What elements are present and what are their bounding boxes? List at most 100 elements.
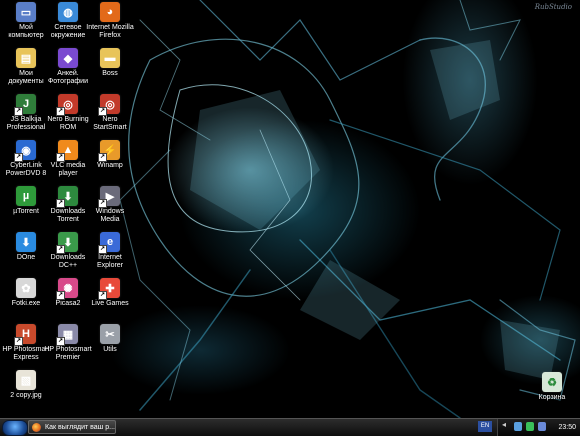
js-balkija-icon: J ↗ (14, 94, 36, 116)
internet-explorer-icon: e ↗ (98, 232, 120, 254)
shortcut-arrow-icon: ↗ (56, 245, 65, 254)
system-tray: EN ◂ 23:50 (478, 419, 580, 436)
desktop-icon[interactable]: ◍ Сетевое окружение (44, 2, 92, 40)
nero-startsmart-icon: ◎ ↗ (98, 94, 120, 116)
desktop-icon-label: Корзина (538, 394, 566, 401)
desktop-icon[interactable]: ✂ Utils (86, 324, 134, 354)
desktop-icon[interactable]: H ↗ HP Photosmart Express (2, 324, 50, 362)
desktop-icon[interactable]: ⚡ ↗ Winamp (86, 140, 134, 170)
desktop-icon-label: Internet Explorer (96, 254, 124, 269)
volume-icon[interactable] (514, 422, 522, 431)
desktop-icon[interactable]: ✿ Fotki.exe (2, 278, 50, 308)
desktop-icon-label: HP Photosmart Premier (44, 346, 92, 361)
hp-photosmart-express-icon: H ↗ (14, 324, 36, 346)
desktop-icon-label: Downloads Torrent (50, 208, 86, 223)
safely-remove-icon[interactable] (538, 422, 546, 431)
desktop-icon-label: Internet Mozilla Firefox (86, 24, 134, 39)
nero-burning-rom-icon: ◎ ↗ (56, 94, 78, 116)
desktop-icon-label: 2 copy.jpg (10, 392, 42, 399)
firefox-icon (32, 423, 41, 432)
shortcut-arrow-icon: ↗ (56, 199, 65, 208)
done-icon: ⬇ (16, 232, 36, 252)
language-indicator[interactable]: EN (478, 421, 492, 432)
shortcut-arrow-icon: ↗ (56, 337, 65, 346)
desktop-icon-label: Анкей. Фотографии (47, 70, 88, 85)
desktop-icon[interactable]: ▦ ↗ HP Photosmart Premier (44, 324, 92, 362)
desktop-icon-recycle-bin[interactable]: ♻ Корзина (528, 372, 576, 402)
desktop-icon[interactable]: ▶ ↗ Windows Media (86, 186, 134, 224)
desktop-icon[interactable]: ▬ Boss (86, 48, 134, 78)
start-button[interactable] (2, 420, 28, 436)
shortcut-arrow-icon: ↗ (98, 107, 107, 116)
desktop-icon-label: Windows Media (95, 208, 125, 223)
desktop-icon-label: DOne (16, 254, 36, 261)
desktop-icon-label: HP Photosmart Express (2, 346, 50, 361)
desktop[interactable]: RubStudio ▭ Мой компьютер ▤ Мои документы J ↗… (0, 0, 580, 418)
shortcut-arrow-icon: ↗ (98, 199, 107, 208)
shortcut-arrow-icon: ↗ (56, 107, 65, 116)
shortcut-arrow-icon: ↗ (98, 245, 107, 254)
taskbar-button-browser[interactable]: Как выглядит ваш р... (28, 420, 116, 434)
desktop-icon[interactable]: ▧ 2 copy.jpg (2, 370, 50, 400)
desktop-icon[interactable]: ▲ ↗ VLC media player (44, 140, 92, 178)
network-status-icon[interactable] (526, 422, 534, 431)
shortcut-arrow-icon: ↗ (14, 153, 23, 162)
desktop-icon-label: Nero StartSmart (93, 116, 127, 131)
utils-folder-icon: ✂ (100, 324, 120, 344)
boss-folder-icon: ▬ (100, 48, 120, 68)
desktop-icon[interactable]: e ↗ Internet Explorer (86, 232, 134, 270)
desktop-icon-label: CyberLink PowerDVD 8 (5, 162, 47, 177)
vlc-icon: ▲ ↗ (56, 140, 78, 162)
desktop-icon[interactable]: ◎ ↗ Nero StartSmart (86, 94, 134, 132)
desktop-icon-label: VLC media player (50, 162, 86, 177)
shortcut-arrow-icon: ↗ (14, 107, 23, 116)
desktop-icon[interactable]: ◉ ↗ CyberLink PowerDVD 8 (2, 140, 50, 178)
utorrent-icon: µ (16, 186, 36, 206)
desktop-icon[interactable]: ⬇ DOne (2, 232, 50, 262)
chevron-left-icon[interactable]: ◂ (502, 420, 506, 429)
powerdvd-icon: ◉ ↗ (14, 140, 36, 162)
picasa-icon: ✺ ↗ (56, 278, 78, 300)
desktop-icon[interactable]: J ↗ JS Balkija Professional (2, 94, 50, 132)
desktop-icon[interactable]: ✺ ↗ Picasa2 (44, 278, 92, 308)
winamp-icon: ⚡ ↗ (98, 140, 120, 162)
desktop-icon[interactable]: ◎ ↗ Nero Burning ROM (44, 94, 92, 132)
desktop-icon-label: Сетевое окружение (50, 24, 86, 39)
desktop-icon[interactable]: ⬇ ↗ Downloads Torrent (44, 186, 92, 224)
shortcut-arrow-icon: ↗ (14, 337, 23, 346)
my-computer-icon: ▭ (16, 2, 36, 22)
windows-media-icon: ▶ ↗ (98, 186, 120, 208)
desktop-icon[interactable]: ▤ Мои документы (2, 48, 50, 86)
network-places-icon: ◍ (58, 2, 78, 22)
clock[interactable]: 23:50 (558, 419, 576, 436)
desktop-icon-label: Live Games (91, 300, 129, 307)
firefox-icon: ◕ (100, 2, 120, 22)
desktop-icon-label: Nero Burning ROM (47, 116, 89, 131)
shortcut-arrow-icon: ↗ (98, 153, 107, 162)
desktop-icon[interactable]: ✚ ↗ Live Games (86, 278, 134, 308)
taskbar-button-label: Как выглядит ваш р... (45, 424, 115, 431)
shortcut-arrow-icon: ↗ (56, 291, 65, 300)
downloads-torrent-icon: ⬇ ↗ (56, 186, 78, 208)
my-documents-icon: ▤ (16, 48, 36, 68)
desktop-icon-label: Downloads DC++ (50, 254, 86, 269)
desktop-icon[interactable]: ⬇ ↗ Downloads DC++ (44, 232, 92, 270)
wallpaper-watermark: RubStudio (534, 3, 572, 11)
desktop-icon-label: Мой компьютер (8, 24, 44, 39)
hp-photosmart-premier-icon: ▦ ↗ (56, 324, 78, 346)
desktop-icon[interactable]: ◕ Internet Mozilla Firefox (86, 2, 134, 40)
desktop-icon-label: JS Balkija Professional (6, 116, 46, 131)
desktop-icon-label: Winamp (97, 162, 123, 169)
desktop-icon-label: µTorrent (13, 208, 39, 215)
desktop-icon[interactable]: ▭ Мой компьютер (2, 2, 50, 40)
desktop-icon-label: Utils (103, 346, 117, 353)
desktop-icon[interactable]: ◆ Анкей. Фотографии (44, 48, 92, 86)
photos-icon: ◆ (58, 48, 78, 68)
jpg-file-icon: ▧ (16, 370, 36, 390)
desktop-icon-label: Picasa2 (55, 300, 81, 307)
live-games-icon: ✚ ↗ (98, 278, 120, 300)
desktop-icon-label: Мои документы (8, 70, 44, 85)
desktop-icon[interactable]: µ µTorrent (2, 186, 50, 216)
recycle-bin-icon: ♻ (542, 372, 562, 392)
shortcut-arrow-icon: ↗ (56, 153, 65, 162)
